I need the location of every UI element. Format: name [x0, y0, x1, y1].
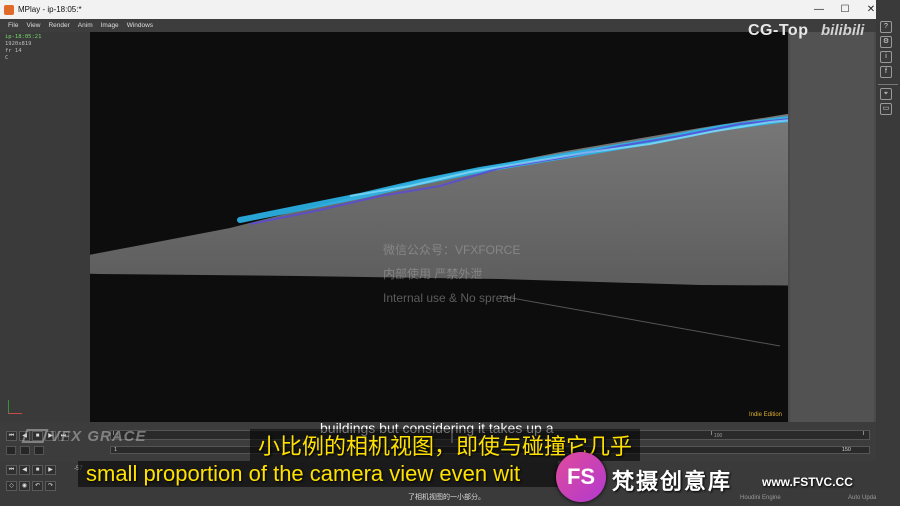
menu-anim[interactable]: Anim — [78, 22, 93, 29]
image-info: ip-18:05:21 1920x819 fr 14 C — [5, 34, 41, 62]
fs-logo: FS — [556, 452, 606, 502]
rewind-button[interactable]: ⏮ — [6, 465, 17, 475]
fs-brand-name: 梵摄创意库 — [612, 469, 733, 494]
image-resolution: 1920x819 — [5, 41, 32, 47]
minimize-button[interactable]: — — [806, 0, 832, 19]
bottom-row-2: ◇ ◉ ↶ ↷ — [6, 481, 58, 491]
vfx-grace-logo: VFX GRACE — [21, 428, 147, 445]
image-frame: fr 14 — [5, 48, 22, 54]
watermark-line: 内部使用 严禁外泄 — [383, 267, 483, 281]
right-toolbar: ? ⚙ i f ⌖ ▭ — [876, 0, 900, 506]
stop-button-2[interactable]: ■ — [32, 465, 43, 475]
settings-icon[interactable]: ⚙ — [880, 36, 892, 48]
window-title: MPlay - ip-18:05:* — [18, 5, 82, 14]
left-info-panel: ip-18:05:21 1920x819 fr 14 C — [0, 32, 90, 420]
menu-windows[interactable]: Windows — [127, 22, 153, 29]
title-bar: MPlay - ip-18:05:* — ☐ ✕ — [0, 0, 884, 19]
watermark-line: 微信公众号：VFXFORCE — [383, 243, 521, 257]
subtitle-english: small proportion of the camera view even… — [78, 461, 558, 487]
camera-icon[interactable]: ▭ — [880, 103, 892, 115]
menu-image[interactable]: Image — [101, 22, 119, 29]
terrain-render — [90, 113, 788, 347]
vfx-grace-mark-icon — [21, 429, 49, 443]
image-channel: C — [5, 55, 9, 61]
timeline-options — [6, 446, 48, 455]
redo-button[interactable]: ↷ — [45, 481, 56, 491]
maximize-button[interactable]: ☐ — [832, 0, 858, 19]
vfx-grace-text: VFX GRACE — [50, 428, 147, 445]
toolbar-divider — [878, 84, 898, 85]
watermark: 微信公众号：VFXFORCE 内部使用 严禁外泄 Internal use & … — [383, 238, 520, 310]
cg-top-logo: CG-Top — [748, 22, 809, 39]
subtitle-small-chinese: 了相机视图的一小部分。 — [408, 494, 485, 501]
bottom-row-1: ⏮ ◀ ■ ▶ — [6, 465, 58, 475]
edition-label: Indie Edition — [748, 412, 782, 418]
keyframe-button[interactable]: ◇ — [6, 481, 17, 491]
mplay-app-icon — [4, 4, 14, 15]
right-side-panel — [788, 32, 876, 422]
image-name: ip-18:05:21 — [5, 34, 42, 40]
filter-icon[interactable]: f — [880, 66, 892, 78]
reverse-play-button[interactable]: ◀ — [19, 465, 30, 475]
watermark-line: Internal use & No spread — [383, 291, 516, 305]
range-end: 150 — [841, 447, 851, 453]
loop-toggle[interactable] — [20, 446, 30, 455]
render-viewport[interactable]: Indie Edition — [90, 32, 788, 422]
timeline-tick — [863, 431, 864, 435]
range-start: 1 — [114, 447, 118, 453]
menu-view[interactable]: View — [26, 22, 40, 29]
bilibili-logo: bilibili — [821, 22, 865, 39]
realtime-toggle[interactable] — [6, 446, 16, 455]
menu-render[interactable]: Render — [48, 22, 69, 29]
menu-file[interactable]: File — [8, 22, 18, 29]
snapshot-button[interactable]: ◉ — [19, 481, 30, 491]
undo-button[interactable]: ↶ — [32, 481, 43, 491]
info-icon[interactable]: i — [880, 51, 892, 63]
status-left: Houdini Engine — [740, 495, 781, 501]
fs-brand-url: www.FSTVC.CC — [762, 475, 853, 489]
first-frame-button[interactable]: ⏮ — [6, 431, 17, 441]
help-icon[interactable]: ? — [880, 21, 892, 33]
forward-play-button[interactable]: ▶ — [45, 465, 56, 475]
timeline-tick — [711, 431, 712, 435]
axis-gizmo-icon — [8, 400, 22, 414]
pin-icon[interactable]: ⌖ — [880, 88, 892, 100]
timeline-tick-label: 100 — [714, 433, 723, 439]
right-panel-surface — [790, 32, 874, 422]
audio-toggle[interactable] — [34, 446, 44, 455]
